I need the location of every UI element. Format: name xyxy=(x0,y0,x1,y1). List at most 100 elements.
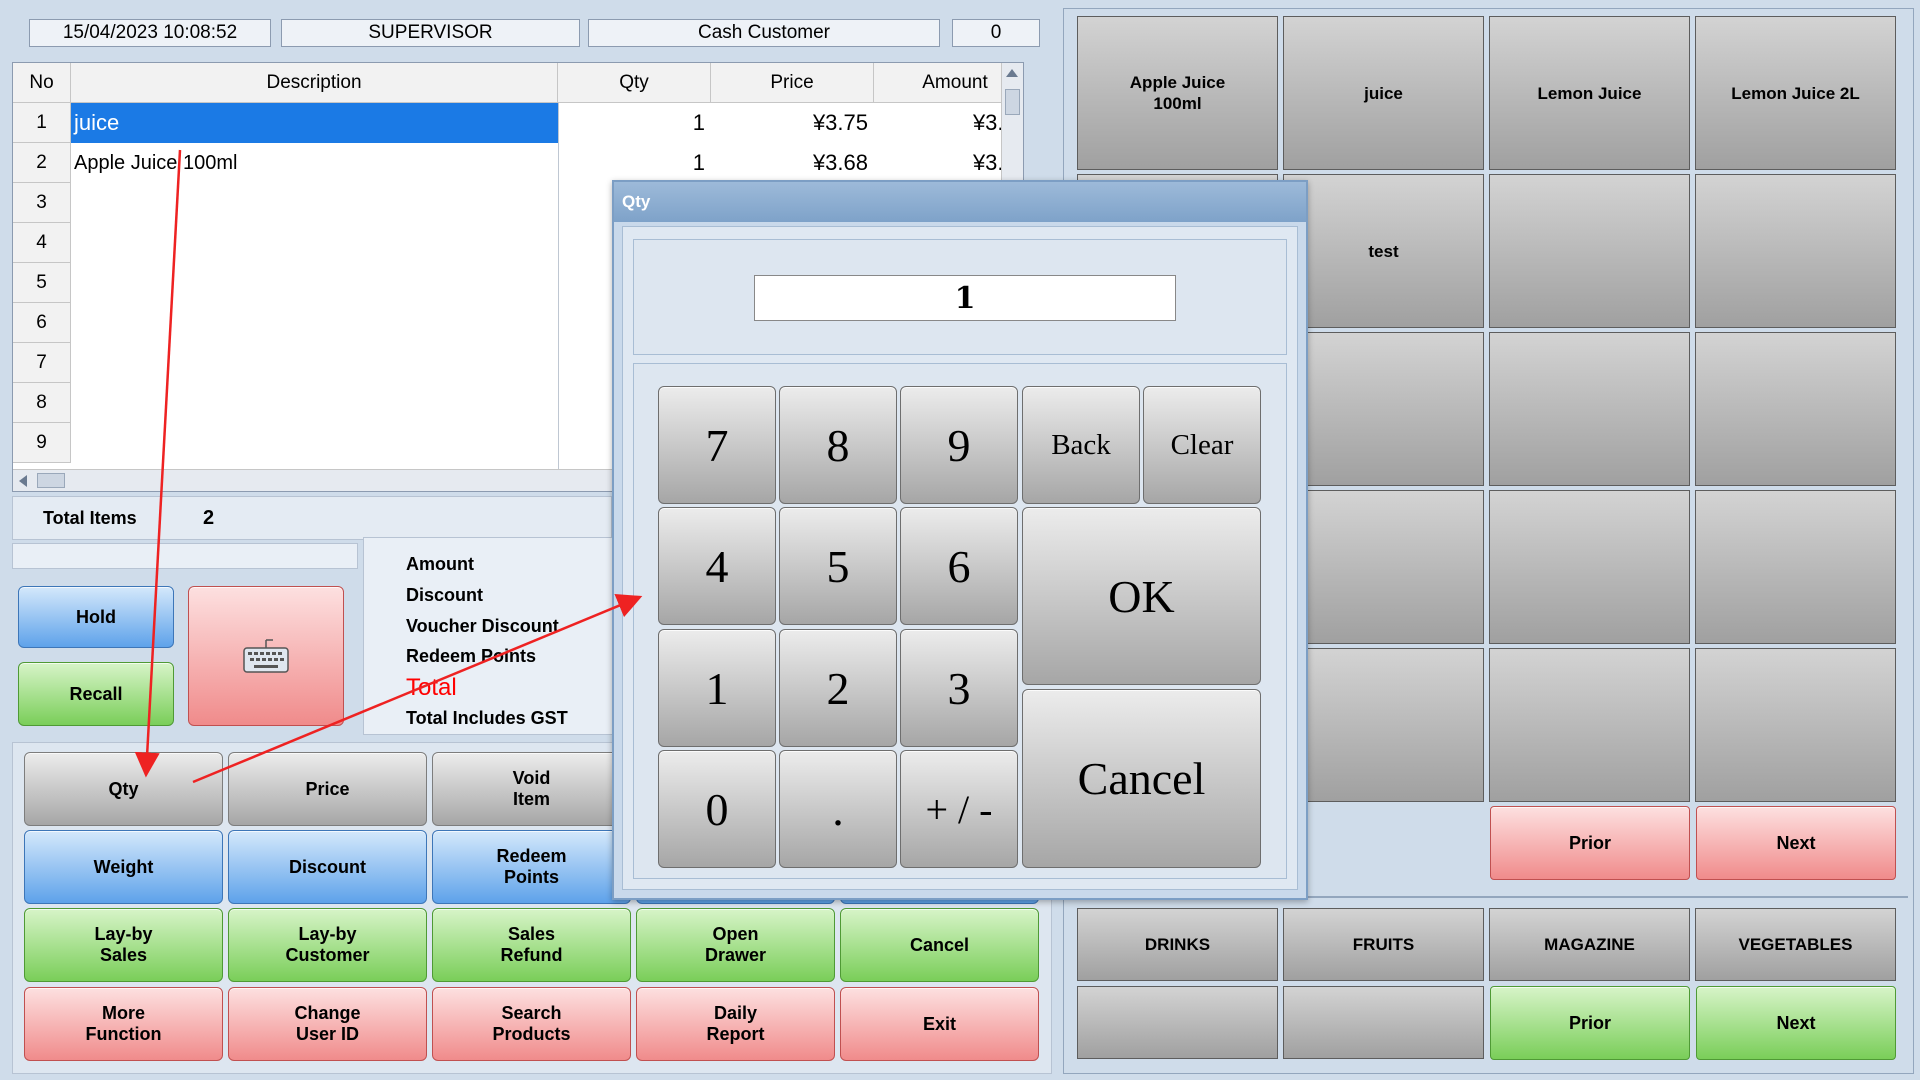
row-number: 2 xyxy=(13,143,71,183)
hold-button[interactable]: Hold xyxy=(18,586,174,648)
category-tile[interactable] xyxy=(1283,986,1484,1059)
key-2[interactable]: 2 xyxy=(779,629,897,747)
category-tile[interactable] xyxy=(1077,986,1278,1059)
key-4[interactable]: 4 xyxy=(658,507,776,625)
row-number: 8 xyxy=(13,383,71,423)
product-tile[interactable]: Lemon Juice 2L xyxy=(1695,16,1896,170)
summary-panel: Amount Discount Voucher Discount Redeem … xyxy=(363,537,623,735)
product-prior-button[interactable]: Prior xyxy=(1490,806,1690,880)
price-button[interactable]: Price xyxy=(228,752,427,826)
column-header-qty: Qty xyxy=(558,63,711,103)
key-3[interactable]: 3 xyxy=(900,629,1018,747)
qty-input[interactable]: 1 xyxy=(754,275,1176,321)
clear-button[interactable]: Clear xyxy=(1143,386,1261,504)
key-6[interactable]: 6 xyxy=(900,507,1018,625)
product-tile[interactable] xyxy=(1695,648,1896,802)
dialog-body: 1 7 8 9 Back Clear 4 5 6 OK 1 2 3 0 . + … xyxy=(622,226,1298,890)
key-5[interactable]: 5 xyxy=(779,507,897,625)
void-item-button[interactable]: Void Item xyxy=(432,752,631,826)
row-qty: 1 xyxy=(692,110,705,135)
total-items-value: 2 xyxy=(203,507,215,529)
product-tile[interactable] xyxy=(1283,332,1484,486)
qty-display-panel: 1 xyxy=(633,239,1287,355)
row-number: 4 xyxy=(13,223,71,263)
product-tile[interactable] xyxy=(1283,490,1484,644)
product-tile[interactable]: Apple Juice 100ml xyxy=(1077,16,1278,170)
category-tile[interactable]: DRINKS xyxy=(1077,908,1278,981)
category-prior-button[interactable]: Prior xyxy=(1490,986,1690,1060)
dialog-title: Qty xyxy=(614,182,1306,222)
keyboard-button[interactable] xyxy=(188,586,344,726)
product-tile[interactable] xyxy=(1489,648,1690,802)
column-header-no: No xyxy=(13,63,71,103)
summary-amount-label: Amount xyxy=(406,554,474,574)
product-tile[interactable] xyxy=(1489,490,1690,644)
product-tile[interactable] xyxy=(1695,332,1896,486)
qty-dialog: Qty 1 7 8 9 Back Clear 4 5 6 OK 1 2 3 0 … xyxy=(612,180,1308,900)
row-number: 6 xyxy=(13,303,71,343)
scroll-thumb[interactable] xyxy=(37,473,65,488)
key-9[interactable]: 9 xyxy=(900,386,1018,504)
scroll-left-icon[interactable] xyxy=(19,475,27,487)
table-row[interactable]: 2 Apple Juice 100ml 1 ¥3.68 ¥3.68 xyxy=(13,143,1023,183)
back-button[interactable]: Back xyxy=(1022,386,1140,504)
key-plus-minus[interactable]: + / - xyxy=(900,750,1018,868)
keyboard-icon xyxy=(243,639,289,673)
cancel-sale-button[interactable]: Cancel xyxy=(840,908,1039,982)
row-description[interactable]: juice xyxy=(71,103,558,143)
discount-button[interactable]: Discount xyxy=(228,830,427,904)
column-header-price: Price xyxy=(711,63,874,103)
sales-refund-button[interactable]: Sales Refund xyxy=(432,908,631,982)
layby-customer-button[interactable]: Lay-by Customer xyxy=(228,908,427,982)
key-7[interactable]: 7 xyxy=(658,386,776,504)
product-tile[interactable] xyxy=(1695,490,1896,644)
category-tile[interactable]: FRUITS xyxy=(1283,908,1484,981)
ok-button[interactable]: OK xyxy=(1022,507,1261,685)
row-price: ¥3.68 xyxy=(812,150,868,175)
row-price: ¥3.75 xyxy=(812,110,868,135)
change-user-button[interactable]: Change User ID xyxy=(228,987,427,1061)
more-function-button[interactable]: More Function xyxy=(24,987,223,1061)
category-tile[interactable]: MAGAZINE xyxy=(1489,908,1690,981)
key-decimal[interactable]: . xyxy=(779,750,897,868)
open-drawer-button[interactable]: Open Drawer xyxy=(636,908,835,982)
summary-gst-label: Total Includes GST xyxy=(406,708,568,728)
product-tile[interactable]: juice xyxy=(1283,16,1484,170)
table-row[interactable]: 1 juice 1 ¥3.75 ¥3.75 xyxy=(13,103,1023,143)
product-tile[interactable] xyxy=(1283,648,1484,802)
recall-button[interactable]: Recall xyxy=(18,662,174,726)
key-8[interactable]: 8 xyxy=(779,386,897,504)
user-display: SUPERVISOR xyxy=(281,19,580,47)
row-description[interactable]: Apple Juice 100ml xyxy=(71,143,558,183)
key-1[interactable]: 1 xyxy=(658,629,776,747)
totals-bar: Total Items 2 xyxy=(12,496,612,540)
product-tile[interactable] xyxy=(1489,332,1690,486)
category-tile[interactable]: VEGETABLES xyxy=(1695,908,1896,981)
customer-display[interactable]: Cash Customer xyxy=(588,19,940,47)
product-tile[interactable] xyxy=(1695,174,1896,328)
product-tile[interactable]: Lemon Juice xyxy=(1489,16,1690,170)
row-number: 1 xyxy=(13,103,71,143)
summary-total-label: Total xyxy=(406,674,457,701)
summary-discount-label: Discount xyxy=(406,585,484,605)
dialog-cancel-button[interactable]: Cancel xyxy=(1022,689,1261,868)
weight-button[interactable]: Weight xyxy=(24,830,223,904)
qty-button[interactable]: Qty xyxy=(24,752,223,826)
keypad: 7 8 9 Back Clear 4 5 6 OK 1 2 3 0 . + / … xyxy=(633,363,1287,879)
scroll-thumb[interactable] xyxy=(1005,89,1020,115)
exit-button[interactable]: Exit xyxy=(840,987,1039,1061)
search-products-button[interactable]: Search Products xyxy=(432,987,631,1061)
row-number: 3 xyxy=(13,183,71,223)
layby-sales-button[interactable]: Lay-by Sales xyxy=(24,908,223,982)
redeem-points-button[interactable]: Redeem Points xyxy=(432,830,631,904)
row-number: 5 xyxy=(13,263,71,303)
category-next-button[interactable]: Next xyxy=(1696,986,1896,1060)
product-next-button[interactable]: Next xyxy=(1696,806,1896,880)
product-tile[interactable] xyxy=(1489,174,1690,328)
row-number: 7 xyxy=(13,343,71,383)
scroll-up-icon[interactable] xyxy=(1006,69,1018,77)
daily-report-button[interactable]: Daily Report xyxy=(636,987,835,1061)
key-0[interactable]: 0 xyxy=(658,750,776,868)
product-tile[interactable]: test xyxy=(1283,174,1484,328)
count-display: 0 xyxy=(952,19,1040,47)
